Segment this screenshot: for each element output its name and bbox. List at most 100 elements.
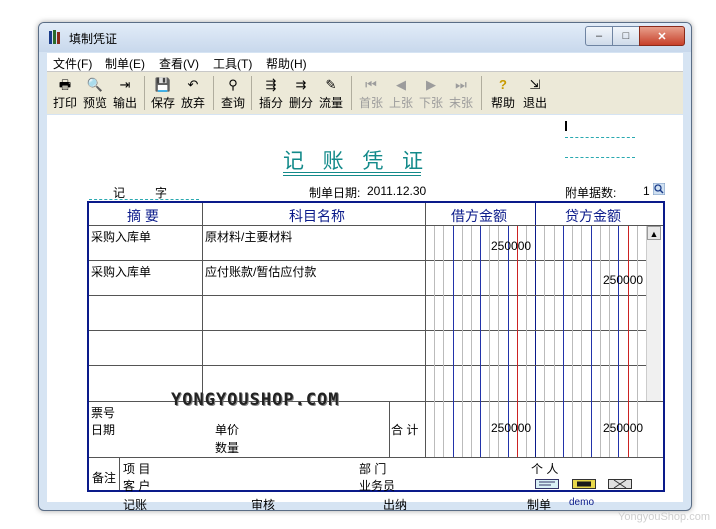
next-voucher-button[interactable]: ▶ 下张 bbox=[417, 75, 445, 111]
save-icon: 💾 bbox=[154, 77, 172, 92]
row-2-account[interactable]: 应付账款/暂估应付款 bbox=[205, 263, 316, 280]
binoculars-icon: ⚲ bbox=[228, 77, 238, 92]
department-label: 部 门 bbox=[359, 462, 387, 476]
menu-help[interactable]: 帮助(H) bbox=[266, 55, 307, 72]
prev-icon: ◀ bbox=[396, 77, 406, 92]
menu-view[interactable]: 查看(V) bbox=[159, 55, 199, 72]
save-label: 保存 bbox=[150, 96, 175, 110]
customer-label: 客 户 bbox=[123, 479, 151, 493]
date-value[interactable]: 2011.12.30 bbox=[367, 184, 426, 198]
row-2-summary[interactable]: 采购入库单 bbox=[91, 263, 151, 280]
digit-line bbox=[443, 226, 445, 457]
voucher-number-line bbox=[89, 199, 199, 200]
save-button[interactable]: 💾 保存 bbox=[149, 75, 177, 111]
digit-line bbox=[461, 226, 463, 457]
window-controls: – □ ✕ bbox=[585, 26, 685, 46]
digit-line bbox=[452, 226, 454, 457]
cash-flow-button[interactable]: ✎ 流量 bbox=[317, 75, 345, 111]
maker-label: 制单 bbox=[527, 498, 552, 511]
toolbar-separator bbox=[481, 76, 482, 110]
magnifier-icon[interactable] bbox=[653, 183, 665, 195]
printer-icon: 🖶 bbox=[58, 77, 72, 92]
first-icon: ⏮ bbox=[365, 77, 377, 92]
undo-icon: ↶ bbox=[187, 77, 199, 92]
grid-scrollbar[interactable]: ▲ bbox=[646, 226, 661, 401]
last-icon: ⏭ bbox=[455, 77, 467, 92]
preview-button[interactable]: 🔍 预览 bbox=[81, 75, 109, 111]
insert-row-icon: ⇶ bbox=[265, 77, 277, 92]
next-icon: ▶ bbox=[426, 77, 436, 92]
minimize-button[interactable]: – bbox=[585, 26, 613, 46]
exit-button[interactable]: ⇲ 退出 bbox=[521, 75, 549, 111]
ticket-label: 票号 bbox=[91, 406, 116, 420]
preview-icon: 🔍 bbox=[86, 77, 104, 92]
grid-card-icon[interactable] bbox=[608, 479, 632, 489]
digit-line bbox=[544, 226, 546, 457]
row-2-credit[interactable]: 250000 bbox=[603, 273, 643, 287]
window-title: 填制凭证 bbox=[69, 32, 118, 46]
toolbar: 🖶 打印 🔍 预览 ⇥ 输出 💾 保存 ↶ 放弃 ⚲ 查询 ⇶ 插分 ⇉ 删分 … bbox=[47, 72, 683, 114]
maker-value: demo bbox=[569, 497, 595, 508]
date-field-label: 日期 bbox=[91, 423, 116, 437]
note-card-icon[interactable] bbox=[535, 479, 559, 489]
row-1-account[interactable]: 原材料/主要材料 bbox=[205, 228, 292, 245]
attachments-label: 附单据数: bbox=[565, 186, 617, 200]
attachments-value[interactable]: 1 bbox=[643, 184, 650, 198]
debit-header: 借方金额 bbox=[451, 208, 507, 224]
next-voucher-label: 下张 bbox=[418, 96, 443, 110]
menu-voucher[interactable]: 制单(E) bbox=[105, 55, 145, 72]
title-underline bbox=[283, 175, 421, 176]
date-label: 制单日期: bbox=[309, 186, 361, 200]
digit-line bbox=[434, 226, 436, 457]
maximize-button[interactable]: □ bbox=[612, 26, 640, 46]
row-1-summary[interactable]: 采购入库单 bbox=[91, 228, 151, 245]
app-books-icon bbox=[49, 30, 60, 44]
digit-line bbox=[470, 226, 472, 457]
export-label: 输出 bbox=[112, 96, 137, 110]
digit-line bbox=[590, 226, 592, 457]
toolbar-separator bbox=[251, 76, 252, 110]
help-icon: ? bbox=[499, 77, 507, 92]
flow-icon: ✎ bbox=[325, 77, 337, 92]
individual-label: 个 人 bbox=[531, 462, 559, 476]
insert-row-button[interactable]: ⇶ 插分 bbox=[257, 75, 285, 111]
total-credit: 250000 bbox=[603, 421, 644, 435]
digit-line bbox=[562, 226, 564, 457]
menu-file[interactable]: 文件(F) bbox=[53, 55, 92, 72]
exit-icon: ⇲ bbox=[529, 77, 541, 92]
first-voucher-label: 首张 bbox=[358, 96, 383, 110]
exit-label: 退出 bbox=[522, 96, 547, 110]
export-button[interactable]: ⇥ 输出 bbox=[111, 75, 139, 111]
help-label: 帮助 bbox=[490, 96, 515, 110]
print-button[interactable]: 🖶 打印 bbox=[51, 75, 79, 111]
total-divider bbox=[389, 401, 390, 457]
query-button[interactable]: ⚲ 查询 bbox=[219, 75, 247, 111]
cashier-label: 出纳 bbox=[383, 498, 408, 511]
discard-button[interactable]: ↶ 放弃 bbox=[179, 75, 207, 111]
last-voucher-button[interactable]: ⏭ 末张 bbox=[447, 75, 475, 111]
salesperson-label: 业务员 bbox=[359, 479, 396, 493]
quantity-label: 数量 bbox=[215, 441, 240, 455]
card-icon[interactable] bbox=[572, 479, 596, 489]
prev-voucher-button[interactable]: ◀ 上张 bbox=[387, 75, 415, 111]
query-label: 查询 bbox=[220, 96, 245, 110]
export-icon: ⇥ bbox=[119, 77, 131, 92]
total-debit: 250000 bbox=[491, 421, 532, 435]
title-underline bbox=[283, 172, 421, 173]
total-label: 合 计 bbox=[391, 423, 419, 437]
preview-label: 预览 bbox=[82, 96, 107, 110]
delete-row-button[interactable]: ⇉ 删分 bbox=[287, 75, 315, 111]
help-button[interactable]: ? 帮助 bbox=[489, 75, 517, 111]
digit-line bbox=[572, 226, 573, 457]
row-1-debit[interactable]: 250000 bbox=[491, 239, 531, 253]
scroll-up-arrow-icon[interactable]: ▲ bbox=[647, 226, 661, 240]
digit-line bbox=[553, 226, 555, 457]
digit-line bbox=[581, 226, 583, 457]
summary-header: 摘 要 bbox=[127, 208, 159, 224]
cash-flow-label: 流量 bbox=[318, 96, 343, 110]
first-voucher-button[interactable]: ⏮ 首张 bbox=[357, 75, 385, 111]
col-divider bbox=[202, 203, 203, 401]
menu-tools[interactable]: 工具(T) bbox=[213, 55, 252, 72]
prev-voucher-label: 上张 bbox=[388, 96, 413, 110]
close-button[interactable]: ✕ bbox=[639, 26, 685, 46]
